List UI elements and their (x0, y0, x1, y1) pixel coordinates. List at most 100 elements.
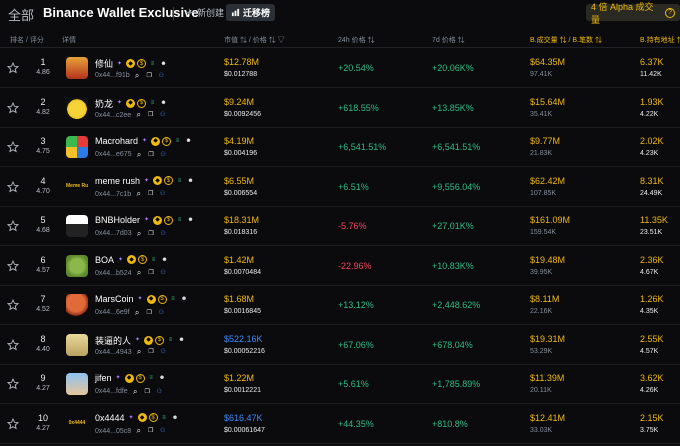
copy-icon[interactable]: ❐ (147, 229, 156, 238)
token-avatar[interactable] (66, 294, 88, 316)
token-address[interactable]: 0x44...4943 (95, 349, 132, 356)
table-row[interactable]: 2 4.82 奶龙 ✦ ◆ $ ≡ ☻ 0x44...c2ee ⌕ ❐ ⚇ $9… (0, 89, 680, 128)
table-row[interactable]: 10 4.27 0x4444 0x4444 ✦ ◆ $ ≡ ☻ 0x44...0… (0, 405, 680, 444)
favorite-star-icon[interactable] (7, 417, 19, 430)
token-avatar[interactable] (66, 373, 88, 395)
bonus-badge-icon: $ (137, 59, 147, 68)
token-name-line[interactable]: BNBHolder ✦ ◆ $ ≡ ☻ (95, 215, 195, 225)
token-address[interactable]: 0x44...7c1b (95, 191, 131, 198)
new-created-button[interactable]: 新创建 (185, 6, 224, 19)
token-address[interactable]: 0x44...c2ee (95, 112, 131, 119)
header-mcap-price[interactable]: 市值 ⇅ / 价格 ⇅ ▽ (224, 35, 285, 45)
user-icon[interactable]: ⚇ (158, 111, 167, 120)
table-row[interactable]: 6 4.57 BOA ✦ ◆ $ ≡ ☻ 0x44...b524 ⌕ ❐ ⚇ $… (0, 247, 680, 286)
token-avatar[interactable] (66, 96, 88, 119)
favorite-star-icon[interactable] (7, 338, 19, 351)
copy-icon[interactable]: ❐ (145, 308, 154, 317)
table-row[interactable]: 3 4.75 Macrohard ✦ ◆ $ ≡ ☻ 0x44...e675 ⌕… (0, 128, 680, 167)
token-address[interactable]: 0x44...7d03 (95, 230, 132, 237)
token-address[interactable]: 0x44...b524 (95, 270, 132, 277)
table-row[interactable]: 7 4.52 MarsCoin ✦ ◆ $ ≡ ☻ 0x44...6e9f ⌕ … (0, 286, 680, 325)
token-name-line[interactable]: Macrohard ✦ ◆ $ ≡ ☻ (95, 136, 193, 146)
token-avatar[interactable]: Meme Rush (66, 175, 88, 198)
favorite-star-icon[interactable] (7, 378, 19, 390)
user-icon[interactable]: ⚇ (159, 348, 168, 357)
search-icon[interactable]: ⌕ (135, 229, 144, 238)
user-icon[interactable]: ⚇ (157, 71, 166, 80)
favorite-star-icon[interactable] (7, 299, 19, 311)
search-icon[interactable]: ⌕ (133, 71, 142, 80)
user-icon[interactable]: ⚇ (155, 387, 164, 396)
b-holders: 1.26K (640, 294, 664, 304)
table-row[interactable]: 9 4.27 jifen ✦ ◆ $ ≡ ☻ 0x44...fdfe ⌕ ❐ ⚇… (0, 365, 680, 404)
token-name-line[interactable]: 修仙 ✦ ◆ $ ≡ ☻ (95, 57, 168, 70)
copy-icon[interactable]: ❐ (146, 190, 155, 199)
header-rank[interactable]: 排名 / 评分 (10, 35, 44, 45)
rank-number: 4 (40, 175, 46, 186)
token-name-line[interactable]: 0x4444 ✦ ◆ $ ≡ ☻ (95, 413, 180, 423)
token-address[interactable]: 0x44...05c8 (95, 428, 131, 435)
search-icon[interactable]: ⌕ (135, 269, 144, 278)
search-icon[interactable]: ⌕ (135, 150, 144, 159)
token-name-line[interactable]: 奶龙 ✦ ◆ $ ≡ ☻ (95, 97, 168, 110)
user-icon[interactable]: ⚇ (157, 308, 166, 317)
token-name-line[interactable]: MarsCoin ✦ ◆ $ ≡ ☻ (95, 294, 189, 304)
tab-all[interactable]: 全部 (8, 5, 34, 24)
header-24h[interactable]: 24h 价格 ⇅ (338, 35, 375, 45)
change-7d: +20.06K% (432, 63, 474, 73)
token-price: $0.0012221 (224, 387, 261, 394)
header-volume-count[interactable]: B.成交量 ⇅ / B.笔数 ⇅ (530, 35, 602, 45)
user-icon[interactable]: ⚇ (159, 269, 168, 278)
favorite-star-icon[interactable] (7, 101, 19, 114)
question-icon[interactable]: ? (665, 7, 675, 18)
token-address[interactable]: 0x44...f91b (95, 72, 130, 79)
copy-icon[interactable]: ❐ (147, 269, 156, 278)
copy-icon[interactable]: ❐ (145, 71, 154, 80)
b-volume: $15.64M (530, 96, 566, 107)
rank-score: 4.57 (36, 266, 50, 274)
header-7d[interactable]: 7d 价格 ⇅ (432, 35, 465, 45)
header-holders[interactable]: B.持有地址 ⇅ (640, 35, 680, 45)
search-icon[interactable]: ⌕ (133, 308, 142, 317)
token-name-line[interactable]: jifen ✦ ◆ $ ≡ ☻ (95, 373, 167, 383)
copy-icon[interactable]: ❐ (146, 427, 155, 436)
token-avatar[interactable] (66, 136, 88, 158)
table-row[interactable]: 4 4.70 Meme Rush meme rush ✦ ◆ $ ≡ ☻ 0x4… (0, 168, 680, 207)
binance-badge-icon: ◆ (144, 335, 154, 345)
alpha-volume-badge[interactable]: 4 倍 Alpha 成交量 ? (586, 2, 680, 25)
favorite-star-icon[interactable] (7, 180, 19, 193)
favorite-star-icon[interactable] (7, 220, 19, 232)
favorite-star-icon[interactable] (7, 259, 19, 272)
token-name-line[interactable]: meme rush ✦ ◆ $ ≡ ☻ (95, 176, 195, 186)
user-icon[interactable]: ⚇ (159, 150, 168, 159)
search-icon[interactable]: ⌕ (134, 111, 143, 120)
search-icon[interactable]: ⌕ (134, 427, 143, 436)
token-avatar[interactable] (66, 333, 88, 356)
copy-icon[interactable]: ❐ (143, 387, 152, 396)
user-icon[interactable]: ⚇ (159, 229, 168, 238)
copy-icon[interactable]: ❐ (147, 348, 156, 357)
token-address[interactable]: 0x44...6e9f (95, 309, 130, 316)
token-address[interactable]: 0x44...e675 (95, 151, 132, 158)
copy-icon[interactable]: ❐ (146, 111, 155, 120)
user-icon[interactable]: ⚇ (158, 427, 167, 436)
token-avatar[interactable]: 0x4444 (66, 412, 88, 435)
table-row[interactable]: 8 4.40 装逼的人 ✦ ◆ $ ≡ ☻ 0x44...4943 ⌕ ❐ ⚇ … (0, 326, 680, 365)
user-icon[interactable]: ⚇ (158, 190, 167, 199)
migrate-rank-button[interactable]: 迁移榜 (226, 4, 276, 21)
favorite-star-icon[interactable] (7, 62, 19, 74)
token-name-line[interactable]: 装逼的人 ✦ ◆ $ ≡ ☻ (95, 334, 186, 347)
favorite-star-icon[interactable] (7, 141, 19, 153)
token-avatar[interactable] (66, 215, 88, 237)
token-avatar[interactable] (66, 57, 88, 79)
token-avatar[interactable] (66, 254, 88, 277)
token-name-line[interactable]: BOA ✦ ◆ $ ≡ ☻ (95, 255, 169, 265)
table-row[interactable]: 5 4.68 BNBHolder ✦ ◆ $ ≡ ☻ 0x44...7d03 ⌕… (0, 207, 680, 246)
search-icon[interactable]: ⌕ (135, 348, 144, 357)
token-address[interactable]: 0x44...fdfe (95, 388, 128, 395)
search-icon[interactable]: ⌕ (134, 190, 143, 199)
copy-icon[interactable]: ❐ (147, 150, 156, 159)
table-row[interactable]: 1 4.86 修仙 ✦ ◆ $ ≡ ☻ 0x44...f91b ⌕ ❐ ⚇ $1… (0, 49, 680, 88)
search-icon[interactable]: ⌕ (131, 387, 140, 396)
tab-binance-wallet-exclusive[interactable]: Binance Wallet Exclusive (43, 5, 199, 20)
